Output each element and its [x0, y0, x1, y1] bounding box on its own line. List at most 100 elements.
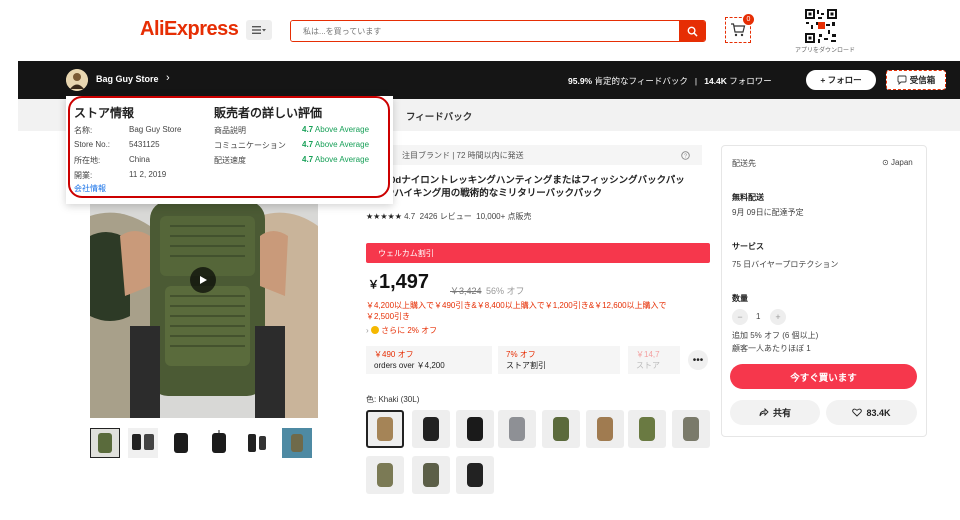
- coupon-condition: ストア: [636, 361, 660, 370]
- coupon-condition: orders over ￥4,200: [374, 361, 445, 370]
- inbox-button[interactable]: 受信箱: [886, 70, 946, 90]
- delivery-date: 9月 09日に配達予定: [732, 208, 804, 217]
- ship-to-label: 配送先: [732, 159, 756, 168]
- aliexpress-logo[interactable]: AliExpress: [140, 18, 239, 41]
- thumbnail-6[interactable]: [282, 428, 312, 458]
- current-price: ￥1,497: [368, 271, 429, 294]
- purchase-limit-note: 顧客一人あたりほぼ 1: [732, 344, 811, 353]
- stats-separator: |: [694, 76, 698, 86]
- rating-summary[interactable]: ★★★★★ 4.7 2426 レビュー 10,000+ 点販売: [366, 211, 532, 222]
- buy-now-button[interactable]: 今すぐ買います: [730, 364, 917, 389]
- product-title-line1: L 1000dナイロントレッキングハンティングまたはフィッシングバックパッ: [366, 175, 685, 186]
- cart-button[interactable]: 0: [725, 14, 754, 43]
- service-value: 75 日バイヤープロテクション: [732, 260, 839, 269]
- menu-dropdown-icon[interactable]: [246, 20, 272, 40]
- color-swatch[interactable]: [366, 456, 404, 494]
- plus-icon: +: [775, 312, 781, 322]
- store-avatar[interactable]: [66, 69, 88, 91]
- feedback-label: 肯定的なフィードバック: [594, 76, 688, 86]
- color-swatch[interactable]: [628, 410, 666, 448]
- followers-value: 14.4K: [704, 76, 727, 86]
- followers-label: フォロワー: [729, 76, 772, 86]
- search-input[interactable]: [291, 21, 679, 41]
- color-swatch[interactable]: [456, 410, 494, 448]
- color-swatch[interactable]: [456, 456, 494, 494]
- heart-icon: [852, 408, 863, 417]
- color-swatch[interactable]: [412, 456, 450, 494]
- shipping-info-text: 注目ブランド | 72 時間以内に発送: [402, 150, 524, 160]
- share-label: 共有: [772, 408, 791, 418]
- quantity-decrease-button[interactable]: −: [732, 309, 748, 325]
- bulk-line1: ￥4,200以上購入で￥490引き&￥8,400以上購入で￥1,200引き&￥1…: [366, 301, 667, 310]
- thumbnail-4[interactable]: [204, 428, 234, 458]
- search-button[interactable]: [679, 21, 705, 41]
- svg-text:?: ?: [684, 153, 687, 159]
- bulk-line2: ￥2,500引き: [366, 312, 411, 321]
- color-swatch[interactable]: [672, 410, 710, 448]
- welcome-discount-banner: ウェルカム割引: [366, 243, 710, 263]
- cart-count-badge: 0: [743, 14, 754, 25]
- rating-value: 4.7: [404, 212, 416, 221]
- product-title: L 1000dナイロントレッキングハンティングまたはフィッシングバックパッ ンプ…: [366, 174, 706, 200]
- wishlist-count: 83.4K: [866, 407, 891, 418]
- feedback-value: 95.9%: [568, 76, 593, 86]
- chat-icon: [897, 75, 907, 85]
- original-price: ￥3,424: [450, 286, 482, 296]
- price-value: 1,497: [379, 271, 430, 293]
- share-button[interactable]: 共有: [730, 400, 820, 425]
- bulk-discount-text: ￥4,200以上購入で￥490引き&￥8,400以上購入で￥1,200引き&￥1…: [366, 300, 708, 322]
- product-title-line2: ンプやハイキング用の戦術的なミリタリーバックパック: [366, 188, 603, 199]
- tab-feedback[interactable]: フィードバック: [406, 109, 472, 123]
- cart-icon: [731, 23, 746, 37]
- discount-percent: 56% オフ: [486, 286, 525, 296]
- chevron-right-icon[interactable]: ›: [166, 72, 170, 84]
- review-count[interactable]: 2426 レビュー: [420, 212, 472, 221]
- coupon-condition: ストア割引: [506, 361, 546, 370]
- coupon-card[interactable]: 7% オフ ストア割引: [498, 346, 620, 374]
- help-icon[interactable]: ?: [681, 150, 690, 160]
- qr-code: [804, 8, 838, 44]
- store-name[interactable]: Bag Guy Store: [96, 74, 159, 84]
- service-label: サービス: [732, 242, 764, 251]
- coupon-card[interactable]: ￥14,7 ストア: [628, 346, 680, 374]
- thumbnail-2[interactable]: [128, 428, 158, 458]
- ship-to-selector[interactable]: ⊙ Japan: [882, 158, 913, 167]
- thumbnail-1[interactable]: [90, 428, 120, 458]
- color-swatch[interactable]: [498, 410, 536, 448]
- store-stats: 95.9% 肯定的なフィードバック | 14.4K フォロワー: [568, 75, 772, 87]
- share-icon: [759, 408, 769, 417]
- coupon-card[interactable]: ￥490 オフ orders over ￥4,200: [366, 346, 492, 374]
- more-coupons-button[interactable]: •••: [688, 350, 708, 370]
- ship-to-value: Japan: [890, 158, 913, 167]
- coupon-amount: 7% オフ: [506, 350, 536, 359]
- color-swatch-khaki[interactable]: [366, 410, 404, 448]
- main-product-image[interactable]: [90, 196, 318, 418]
- color-swatch[interactable]: [412, 410, 450, 448]
- color-swatch[interactable]: [586, 410, 624, 448]
- search-bar: [290, 20, 706, 42]
- quantity-value[interactable]: 1: [756, 312, 760, 321]
- store-bar: Bag Guy Store › 95.9% 肯定的なフィードバック | 14.4…: [18, 61, 960, 99]
- sold-count: 10,000+ 点販売: [476, 212, 532, 221]
- coin-icon: [370, 326, 379, 334]
- play-video-button[interactable]: [190, 267, 216, 293]
- extra-discount[interactable]: › さらに 2% オフ: [366, 325, 437, 336]
- thumbnail-3[interactable]: [166, 428, 196, 458]
- purchase-panel: 配送先 ⊙ Japan 無料配送 9月 09日に配達予定 サービス 75 日バイ…: [721, 145, 927, 437]
- free-shipping-label: 無料配送: [732, 193, 764, 202]
- color-swatch[interactable]: [542, 410, 580, 448]
- qr-caption: アプリをダウンロード: [794, 48, 855, 54]
- inbox-label: 受信箱: [909, 75, 936, 85]
- wishlist-button[interactable]: 83.4K: [826, 400, 917, 425]
- thumbnail-5[interactable]: [242, 428, 272, 458]
- shipping-info-bar: 注目ブランド | 72 時間以内に発送 ?: [366, 145, 702, 165]
- extra-discount-label: さらに 2% オフ: [381, 326, 438, 335]
- coupon-amount: ￥14,7: [636, 350, 660, 359]
- quantity-increase-button[interactable]: +: [770, 309, 786, 325]
- color-label: 色: Khaki (30L): [366, 395, 420, 404]
- quantity-discount-note: 追加 5% オフ (6 個以上): [732, 331, 819, 340]
- star-rating-icon: ★★★★★: [366, 212, 402, 221]
- more-dots-icon: •••: [692, 354, 704, 366]
- follow-button[interactable]: + フォロー: [806, 70, 876, 90]
- location-pin-icon: ⊙: [882, 158, 889, 167]
